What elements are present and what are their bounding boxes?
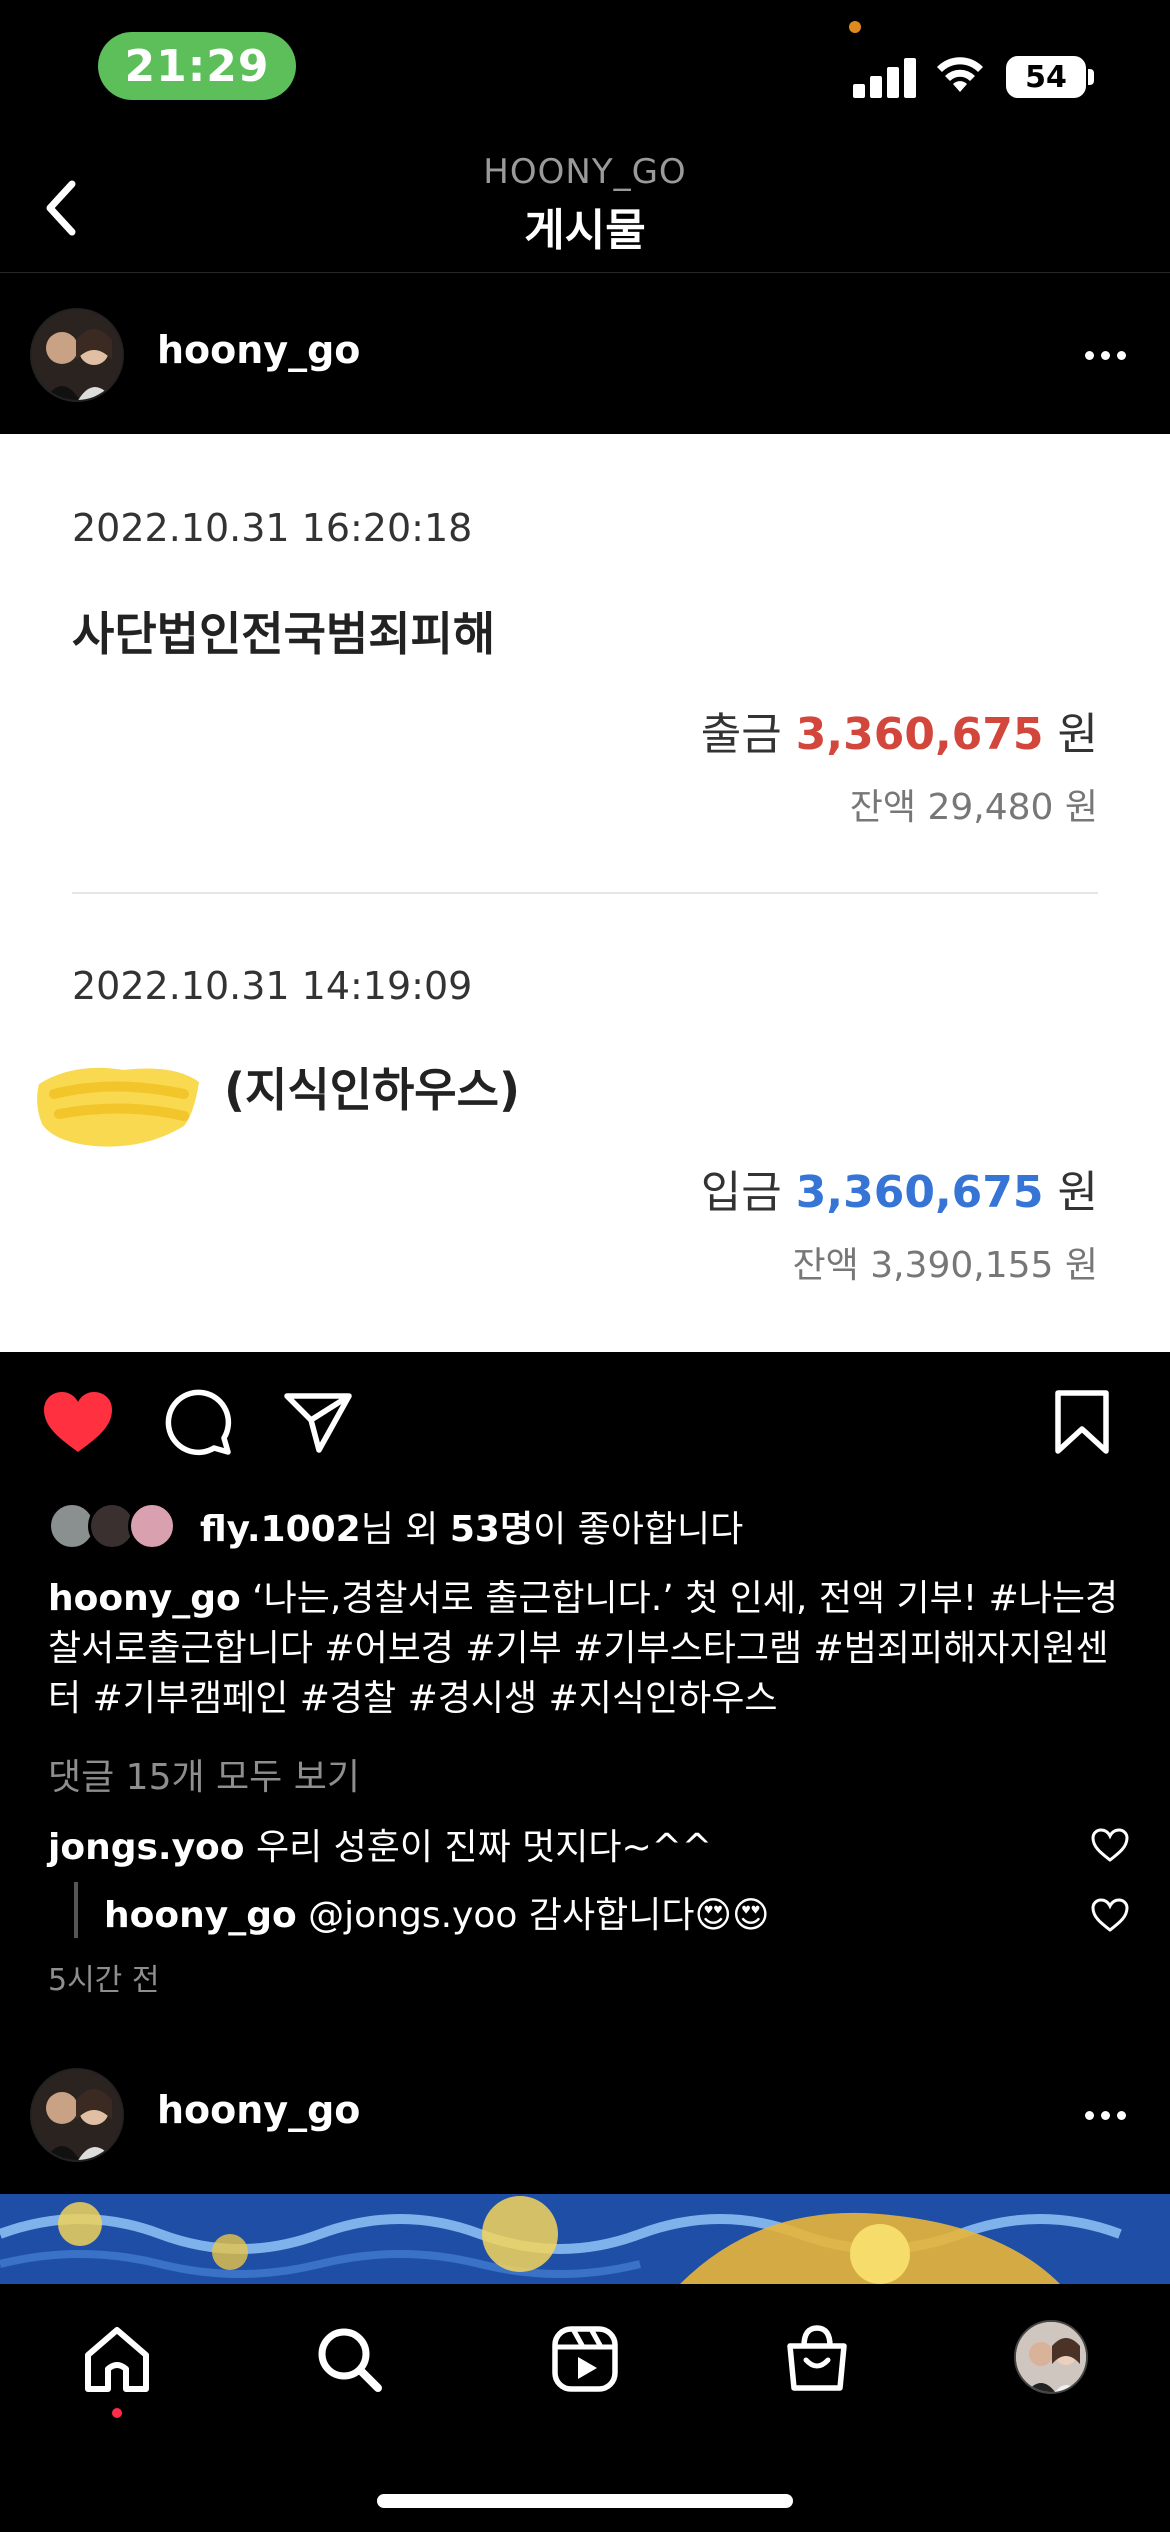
home-indicator [377,2494,793,2508]
balance-label: 잔액 [792,1245,859,1286]
balance-label: 잔액 [849,787,916,828]
balance-value: 29,480 [927,787,1054,828]
transaction-amount: 입금 3,360,675 원 [701,1156,1098,1220]
header-username: HOONY_GO [483,152,687,192]
post-actions [0,1382,1170,1472]
tab-home[interactable] [72,2314,162,2404]
transaction-amount: 출금 3,360,675 원 [701,698,1098,762]
battery-tip [1088,69,1094,85]
comment-icon [165,1389,232,1456]
comment-username: jongs.yoo [48,1827,245,1868]
header-divider [0,272,1170,273]
post-image[interactable]: 2022.10.31 16:20:18 사단법인전국범죄피해 출금 3,360,… [0,434,1170,1352]
bookmark-icon [1055,1390,1109,1454]
tab-profile-avatar[interactable] [1014,2320,1088,2394]
post-caption: hoony_go ‘나는,경찰서로 출근합니다.’ 첫 인세, 전액 기부! #… [48,1574,1128,1724]
transaction-date: 2022.10.31 14:19:09 [72,964,473,1008]
save-button[interactable] [1042,1382,1122,1462]
likes-row[interactable]: fly.1002님 외 53명이 좋아합니다 [48,1498,743,1554]
transaction-name: 사단법인전국범죄피해 [72,607,496,661]
deposit-amount: 3,360,675 [795,1167,1044,1218]
post-header: hoony_go [0,300,1170,410]
tab-reels[interactable] [540,2314,630,2404]
caption-username[interactable]: hoony_go [48,1578,241,1619]
share-button[interactable] [278,1382,358,1462]
signal-icon [853,56,917,98]
liker-username: fly.1002 [200,1509,361,1550]
tab-shop[interactable] [772,2314,862,2404]
page-title: 게시물 [524,205,646,256]
transaction-date: 2022.10.31 16:20:18 [72,506,473,550]
balance-value: 3,390,155 [870,1245,1054,1286]
comment-username: hoony_go [104,1895,297,1936]
reels-icon [552,2326,618,2392]
bottom-tab-bar [0,2284,1170,2532]
transaction-divider [72,892,1098,894]
balance-unit: 원 [1064,1245,1098,1286]
liker-avatars [48,1498,188,1554]
currency-unit: 원 [1057,1167,1098,1218]
likes-count: 53명 [449,1509,534,1550]
view-all-comments-link[interactable]: 댓글 15개 모두 보기 [48,1748,360,1800]
author-username[interactable]: hoony_go [157,328,360,372]
status-bar: 21:29 54 [0,0,1170,140]
status-time: 21:29 [98,32,296,100]
wifi-icon [937,57,983,92]
post-timestamp: 5시간 전 [48,1963,160,1998]
comment-text: @jongs.yoo 감사합니다😍😍 [296,1895,770,1936]
privacy-indicator [849,21,861,33]
transaction-balance: 잔액 3,390,155 원 [793,1236,1099,1288]
reply-comment: hoony_go @jongs.yoo 감사합니다😍😍 [104,1886,770,1938]
comment-like-icon[interactable] [1090,1826,1130,1866]
heart-filled-icon [44,1392,112,1452]
author-avatar[interactable] [30,2068,124,2162]
author-username[interactable]: hoony_go [157,2088,360,2132]
reply-indicator [74,1882,78,1938]
redaction-scribble [37,1067,200,1147]
likes-text: fly.1002님 외 53명이 좋아합니다 [200,1509,744,1550]
home-icon [85,2327,149,2392]
more-options-button[interactable] [1070,2090,1140,2140]
send-icon [284,1393,352,1453]
post-header: hoony_go [0,2060,1170,2170]
more-options-button[interactable] [1070,330,1140,380]
transaction-type: 입금 [700,1167,782,1218]
like-button[interactable] [38,1382,118,1462]
transaction-name: (지식인하우스) [224,1063,520,1117]
comment-like-icon[interactable] [1090,1896,1130,1936]
transaction-balance: 잔액 29,480 원 [850,778,1098,830]
battery-icon: 54 [1006,56,1086,98]
comment-text: 우리 성훈이 진짜 멋지다~^^ [244,1827,712,1868]
withdraw-amount: 3,360,675 [795,709,1044,760]
balance-unit: 원 [1064,787,1098,828]
currency-unit: 원 [1057,709,1098,760]
tab-search[interactable] [304,2314,394,2404]
comment-button[interactable] [158,1382,238,1462]
comment: jongs.yoo 우리 성훈이 진짜 멋지다~^^ [48,1818,712,1870]
shop-bag-icon [787,2325,847,2391]
transaction-type: 출금 [700,709,782,760]
home-notification-dot [112,2408,122,2418]
post-image[interactable] [0,2194,1170,2284]
author-avatar[interactable] [30,308,124,402]
search-icon [318,2328,382,2392]
